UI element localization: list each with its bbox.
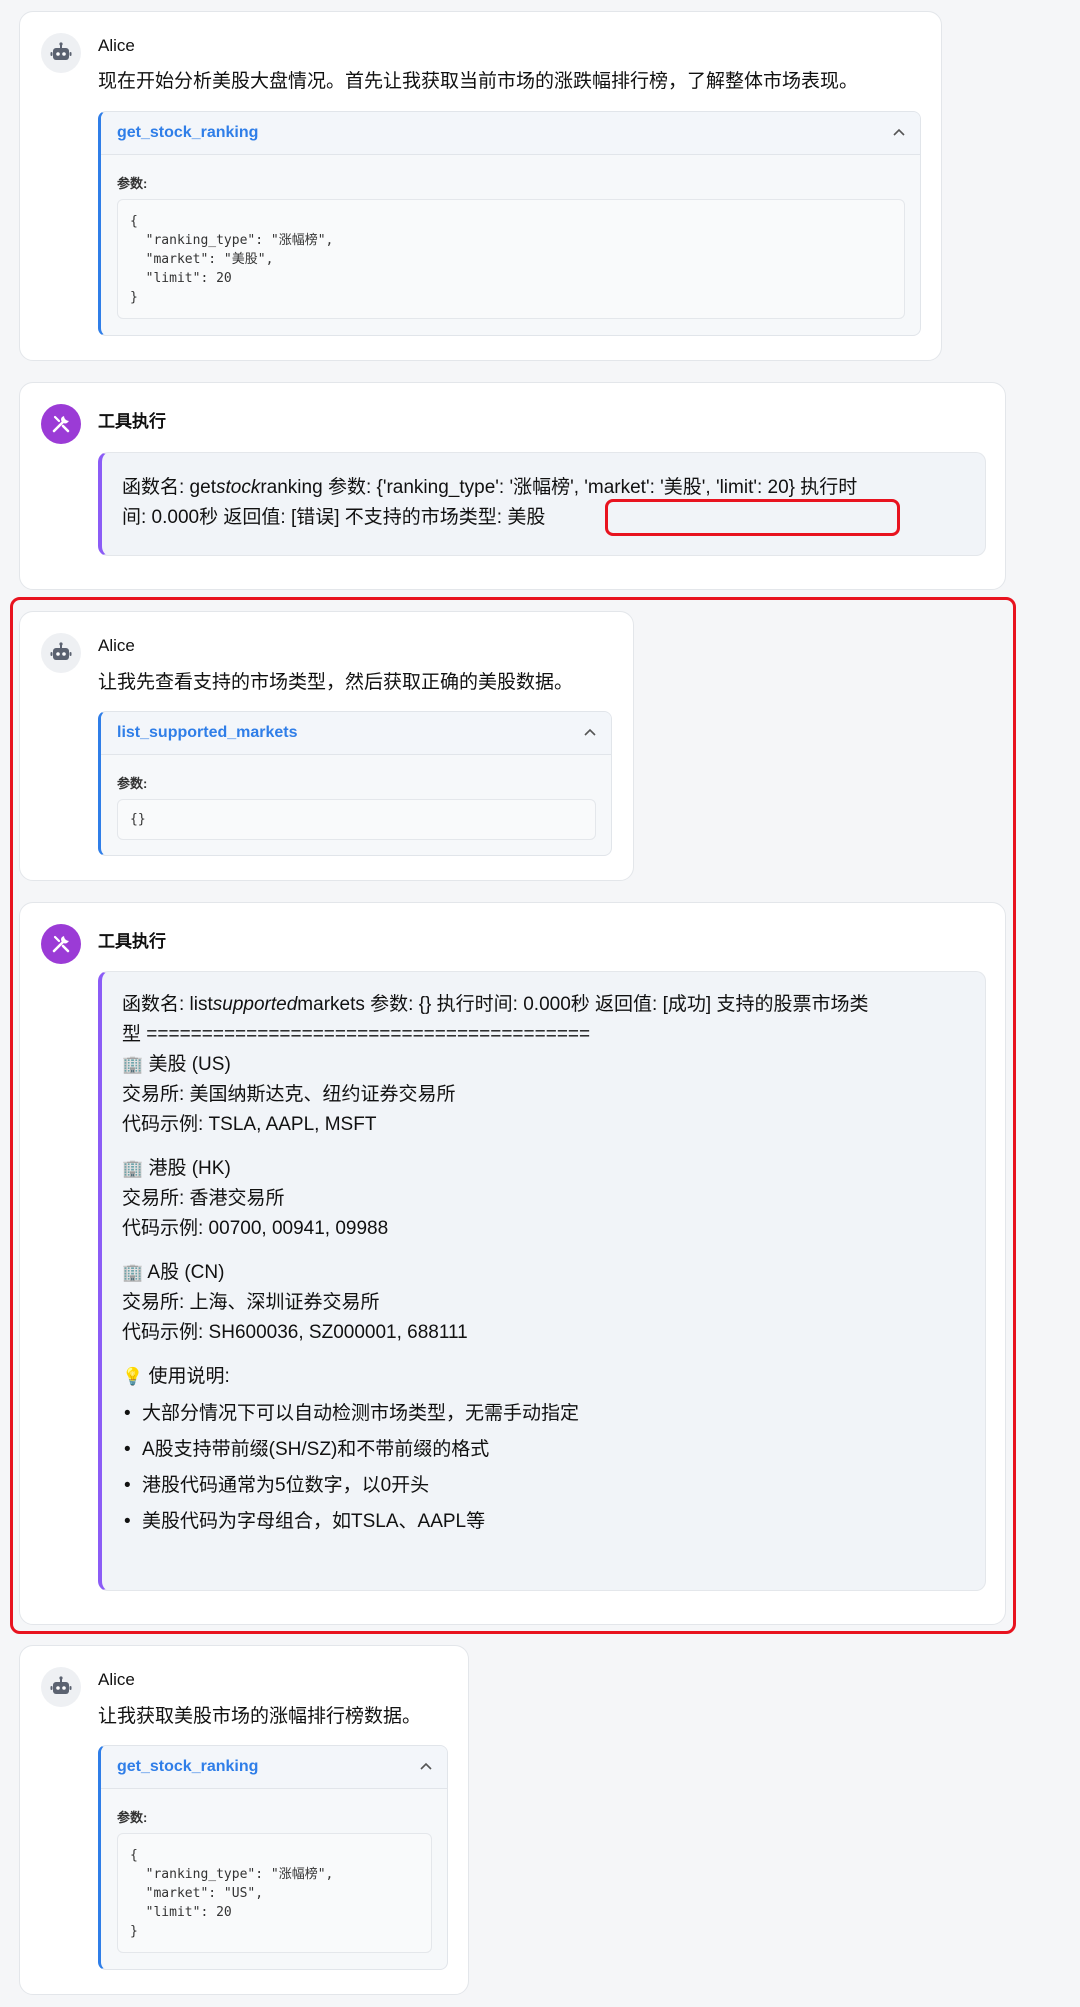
highlight-box-small [605, 499, 900, 536]
sender-name: Alice [98, 1670, 135, 1689]
function-name: get_stock_ranking [117, 124, 259, 141]
function-call-header[interactable]: get_stock_ranking [101, 1746, 447, 1789]
params-code: { "ranking_type": "涨幅榜", "market": "美股",… [117, 199, 905, 319]
tool-execution-card: 工具执行 函数名: getstockranking 参数: {'ranking_… [19, 382, 1006, 590]
params-label: 参数: [117, 176, 148, 191]
robot-icon [41, 1667, 81, 1707]
function-name: get_stock_ranking [117, 1758, 259, 1775]
assistant-message-card: Alice 现在开始分析美股大盘情况。首先让我获取当前市场的涨跌幅排行榜，了解整… [19, 11, 942, 361]
function-call-panel: get_stock_ranking 参数: { "ranking_type": … [98, 111, 921, 336]
chevron-up-icon[interactable] [892, 126, 906, 140]
function-call-panel: get_stock_ranking 参数: { "ranking_type": … [98, 1745, 448, 1970]
robot-icon [41, 33, 81, 73]
highlight-box-large [10, 597, 1016, 1634]
sender-name: Alice [98, 36, 135, 55]
message-text: 让我获取美股市场的涨幅排行榜数据。 [98, 1706, 422, 1727]
function-call-header[interactable]: get_stock_ranking [101, 112, 920, 155]
assistant-message-card: Alice 让我获取美股市场的涨幅排行榜数据。 get_stock_rankin… [19, 1645, 469, 1995]
params-label: 参数: [117, 1810, 148, 1825]
tools-icon [41, 404, 81, 444]
chevron-up-icon[interactable] [419, 1760, 433, 1774]
sender-name: 工具执行 [98, 412, 166, 431]
message-text: 现在开始分析美股大盘情况。首先让我获取当前市场的涨跌幅排行榜，了解整体市场表现。 [98, 71, 859, 92]
params-code: { "ranking_type": "涨幅榜", "market": "US",… [117, 1833, 432, 1953]
